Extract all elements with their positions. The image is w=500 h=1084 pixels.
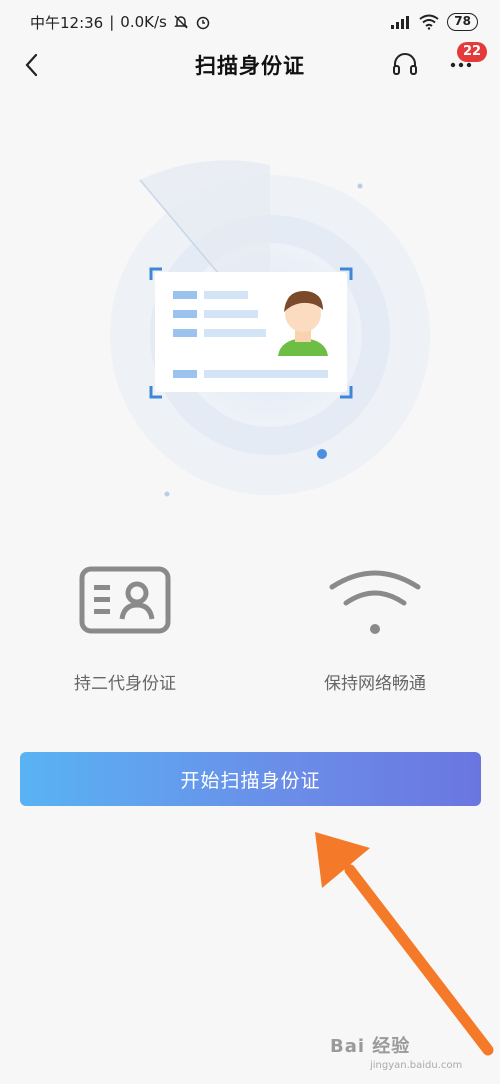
id-card-icon <box>79 566 171 634</box>
status-right: 78 <box>389 13 478 31</box>
annotation-arrow-icon <box>315 832 494 1056</box>
feature-network: 保持网络畅通 <box>275 565 475 694</box>
page-title: 扫描身份证 <box>195 54 305 78</box>
nav-bar: 扫描身份证 <box>0 40 500 90</box>
wifi-status-icon <box>419 14 439 30</box>
watermark-url: jingyan.baidu.com <box>370 1060 463 1071</box>
watermark-logo: Bai 经验 <box>330 1036 411 1057</box>
notification-badge: 22 <box>457 42 488 62</box>
feature-label-network: 保持网络畅通 <box>324 674 426 694</box>
alarm-icon <box>196 16 210 30</box>
wifi-icon <box>329 570 421 634</box>
status-speed: 0.0K/s <box>120 13 167 31</box>
start-scan-button[interactable]: 开始扫描身份证 <box>20 752 481 806</box>
mute-bell-icon <box>174 15 188 29</box>
feature-id-card: 持二代身份证 <box>25 565 225 694</box>
id-scan-illustration <box>110 160 430 497</box>
status-bar: 中午12:36 | 0.0K/s 78 <box>0 0 500 44</box>
status-divider: | <box>109 13 115 31</box>
feature-label-id-card: 持二代身份证 <box>74 674 176 694</box>
signal-icon <box>391 16 410 29</box>
feature-tips: 持二代身份证 保持网络畅通 <box>0 565 500 705</box>
battery-indicator: 78 <box>447 13 478 31</box>
headset-icon[interactable] <box>390 50 420 80</box>
status-left: 中午12:36 | 0.0K/s <box>30 12 211 33</box>
back-icon[interactable] <box>20 52 46 78</box>
status-time: 中午12:36 <box>30 13 104 32</box>
